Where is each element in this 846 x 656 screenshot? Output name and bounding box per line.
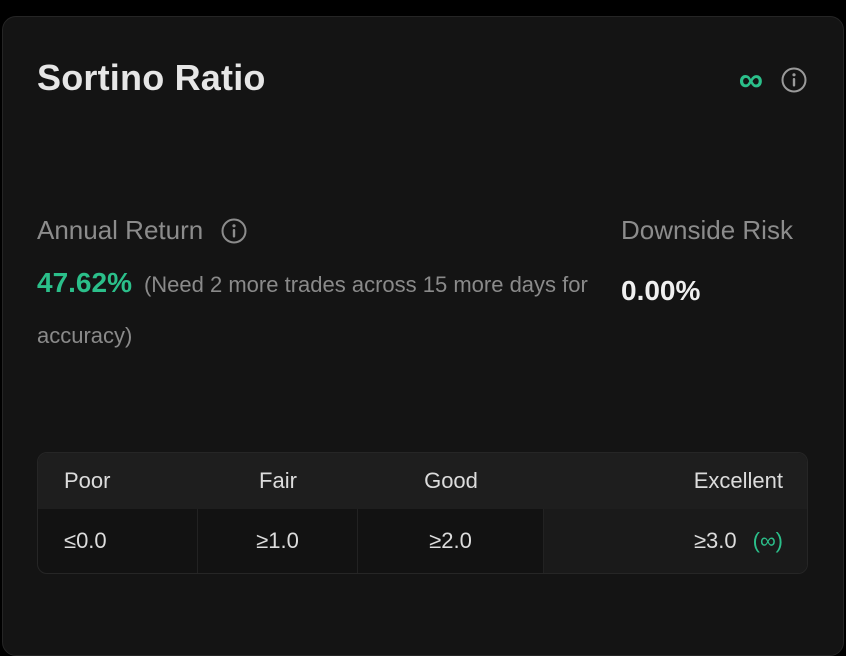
value-excellent: ≥3.0 xyxy=(693,528,737,553)
value-poor: ≤0.0 xyxy=(38,509,198,573)
sortino-ratio-card: Sortino Ratio ∞ Annual Return 47.62% (Nee… xyxy=(2,16,844,656)
header-good: Good xyxy=(424,468,478,493)
header-fair: Fair xyxy=(259,468,297,493)
downside-risk-value: 0.00% xyxy=(621,275,701,306)
header-poor: Poor xyxy=(64,468,111,493)
header-excellent: Excellent xyxy=(693,468,783,493)
card-title: Sortino Ratio xyxy=(37,57,266,98)
annual-return-info-icon[interactable] xyxy=(221,218,247,244)
value-fair: ≥1.0 xyxy=(198,509,358,573)
current-ratio-marker: (∞) xyxy=(752,528,783,553)
rating-scale-table: Poor Fair Good Excellent ≤0.0 ≥1.0 ≥2.0 … xyxy=(37,452,808,574)
value-excellent-cell: ≥3.0 (∞) xyxy=(544,509,807,573)
ratio-value-infinity: ∞ xyxy=(738,61,763,99)
info-icon[interactable] xyxy=(781,67,807,93)
rating-scale-values: ≤0.0 ≥1.0 ≥2.0 ≥3.0 (∞) xyxy=(38,509,807,573)
annual-return-label: Annual Return xyxy=(37,215,204,245)
annual-return-value: 47.62% xyxy=(37,267,132,298)
header-icons: ∞ xyxy=(738,61,807,99)
value-good: ≥2.0 xyxy=(358,509,544,573)
annual-return-label-row: Annual Return xyxy=(37,215,247,246)
annual-return-values: 47.62% (Need 2 more trades across 15 more… xyxy=(37,259,597,363)
rating-scale-header: Poor Fair Good Excellent xyxy=(38,453,807,509)
downside-risk-label: Downside Risk xyxy=(621,215,793,245)
